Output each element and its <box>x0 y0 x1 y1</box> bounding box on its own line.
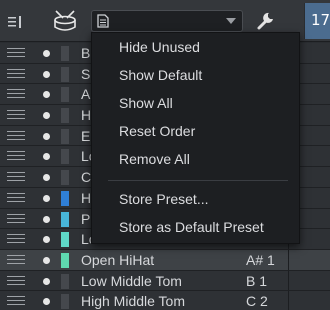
color-swatch[interactable] <box>61 190 69 206</box>
note-name: Open HiHat <box>81 251 155 268</box>
menu-item[interactable]: Hide Unused <box>119 39 200 55</box>
drag-handle-icon[interactable] <box>7 192 25 203</box>
menu-item[interactable]: Show Default <box>119 67 202 83</box>
note-key: B 1 <box>246 272 268 289</box>
column-divider <box>288 249 289 270</box>
menu-item[interactable]: Store Preset... <box>119 191 208 207</box>
document-icon <box>97 14 109 28</box>
active-dot[interactable] <box>43 50 50 57</box>
drag-handle-icon[interactable] <box>7 172 25 182</box>
note-name: C <box>81 169 92 186</box>
color-swatch[interactable] <box>61 211 69 227</box>
drag-handle-icon[interactable] <box>7 68 25 79</box>
note-name: Low Middle Tom <box>81 272 182 289</box>
color-swatch[interactable] <box>61 66 69 82</box>
color-swatch[interactable] <box>61 46 69 61</box>
note-name: B <box>81 45 91 61</box>
menu-item[interactable]: Show All <box>119 95 173 111</box>
active-dot[interactable] <box>43 298 50 306</box>
active-dot[interactable] <box>43 174 50 182</box>
active-dot[interactable] <box>43 215 50 223</box>
color-swatch[interactable] <box>61 108 69 124</box>
active-dot[interactable] <box>43 91 50 99</box>
note-name: E <box>81 127 91 144</box>
drag-handle-icon[interactable] <box>7 296 25 306</box>
column-divider <box>288 270 289 291</box>
drag-handle-icon[interactable] <box>7 130 25 141</box>
note-name: A <box>81 86 91 103</box>
table-row[interactable]: Open HiHat A# 1 <box>0 249 330 271</box>
note-key: A# 1 <box>246 251 275 268</box>
channel-number: 17 <box>311 11 330 29</box>
active-dot[interactable] <box>43 256 50 264</box>
drum-icon[interactable] <box>52 9 78 33</box>
color-swatch[interactable] <box>61 273 69 289</box>
preset-select[interactable] <box>91 10 243 32</box>
active-dot[interactable] <box>43 153 50 161</box>
color-swatch[interactable] <box>61 252 69 268</box>
note-name: High Middle Tom <box>81 293 186 310</box>
color-swatch[interactable] <box>61 149 69 165</box>
drag-handle-icon[interactable] <box>7 89 25 99</box>
note-name: S <box>81 65 91 82</box>
active-dot[interactable] <box>43 236 50 244</box>
menu-item[interactable]: Reset Order <box>119 123 195 139</box>
drag-handle-icon[interactable] <box>7 275 25 286</box>
color-swatch[interactable] <box>61 294 69 310</box>
active-dot[interactable] <box>43 112 50 120</box>
drag-handle-icon[interactable] <box>7 48 25 58</box>
active-dot[interactable] <box>43 277 50 285</box>
menu-separator <box>108 180 288 181</box>
preset-options-menu: Hide Unused Show Default Show All Reset Ord… <box>91 32 300 244</box>
note-name: P <box>81 210 91 227</box>
active-dot[interactable] <box>43 70 50 78</box>
drag-handle-icon[interactable] <box>7 213 25 224</box>
note-key: C 2 <box>246 293 268 310</box>
menu-item[interactable]: Remove All <box>119 151 190 167</box>
menu-item[interactable]: Store as Default Preset <box>119 219 264 235</box>
note-name: H <box>81 189 92 206</box>
drag-handle-icon[interactable] <box>7 234 25 244</box>
chevron-down-icon <box>226 18 236 24</box>
drag-handle-icon[interactable] <box>7 254 25 265</box>
wrench-icon[interactable] <box>256 11 276 31</box>
color-swatch[interactable] <box>61 128 69 144</box>
drag-handle-icon[interactable] <box>7 110 25 120</box>
table-row[interactable]: Low Middle Tom B 1 <box>0 270 330 292</box>
note-name: H <box>81 107 92 124</box>
color-swatch[interactable] <box>61 232 69 248</box>
table-row[interactable]: High Middle Tom C 2 <box>0 291 330 310</box>
color-swatch[interactable] <box>61 87 69 103</box>
active-dot[interactable] <box>43 132 50 140</box>
drag-handle-icon[interactable] <box>7 151 25 161</box>
column-divider <box>288 291 289 310</box>
channel-number-badge: 17 <box>304 3 330 39</box>
instrument-list-icon[interactable] <box>8 15 22 28</box>
color-swatch[interactable] <box>61 170 69 186</box>
active-dot[interactable] <box>43 194 50 202</box>
